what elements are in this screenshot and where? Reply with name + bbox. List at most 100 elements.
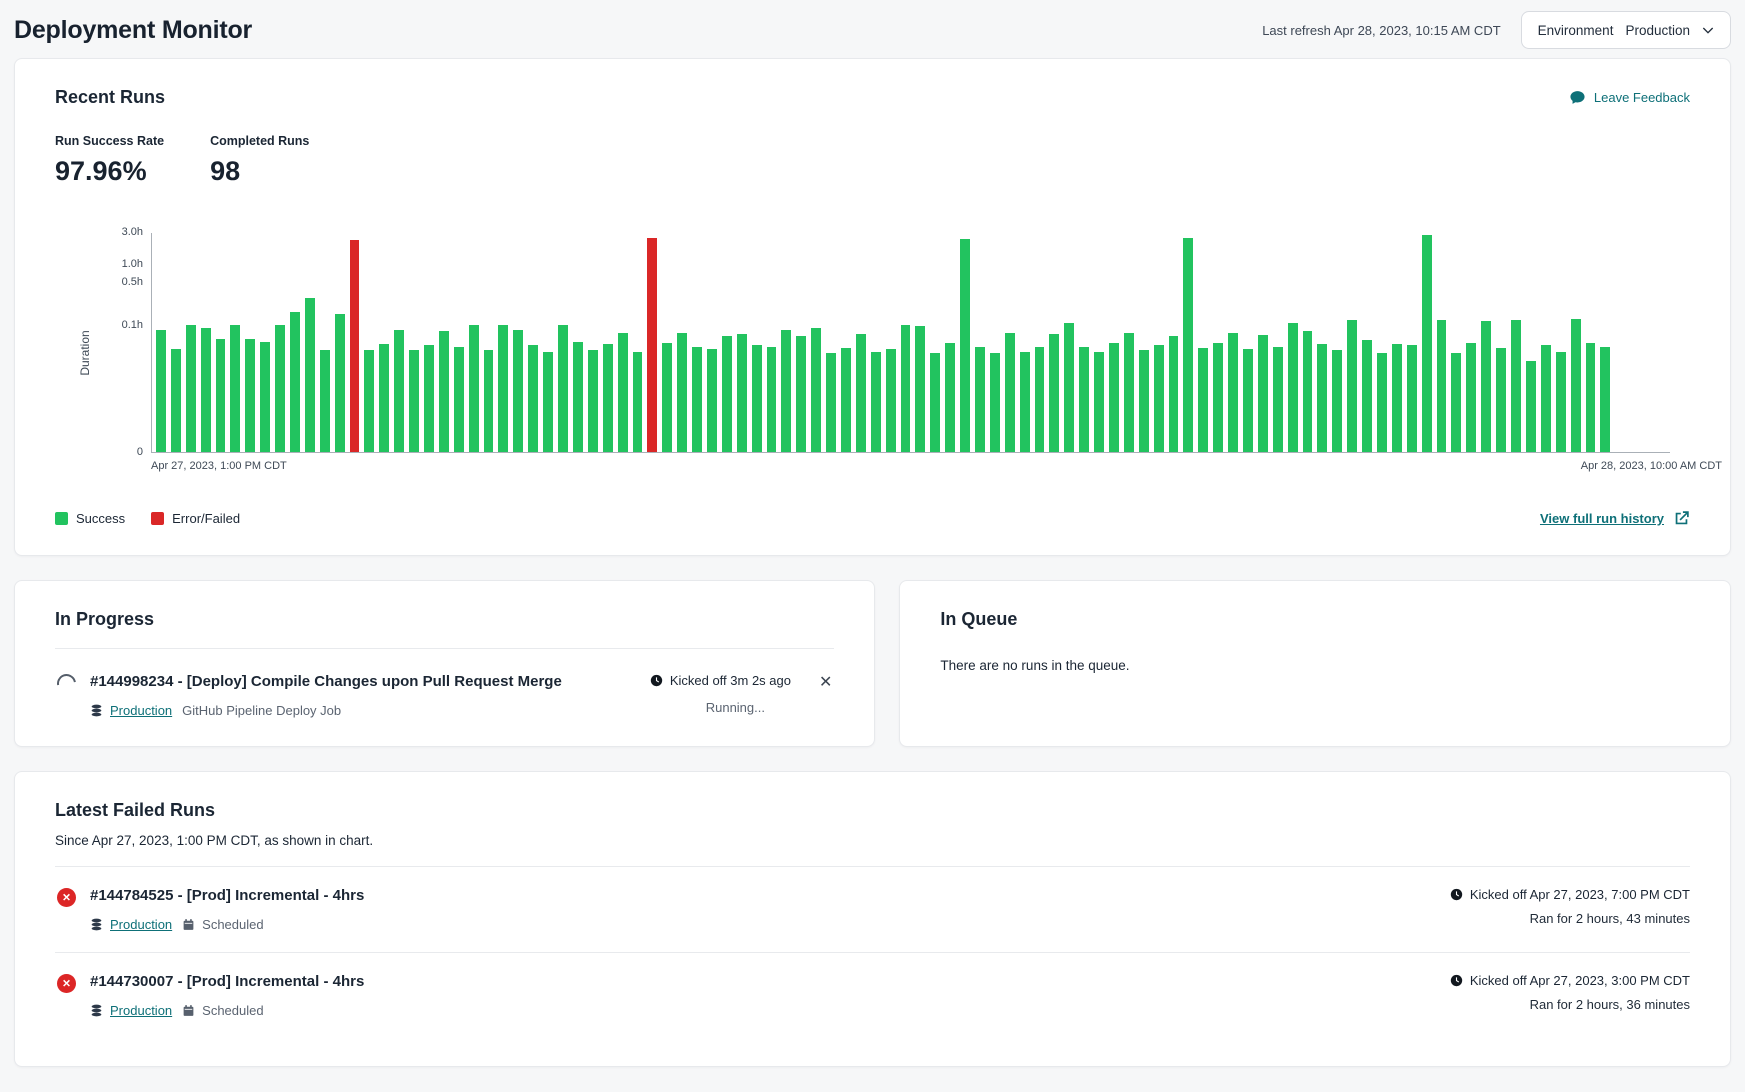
chart-bar-success[interactable] (945, 343, 955, 452)
chart-bar-success[interactable] (707, 349, 717, 452)
chart-bar-success[interactable] (1332, 350, 1342, 452)
chart-bar-success[interactable] (1273, 347, 1283, 452)
chart-bar-success[interactable] (1303, 331, 1313, 452)
chart-bar-success[interactable] (915, 326, 925, 452)
chart-bar-success[interactable] (1005, 333, 1015, 452)
chart-bar-success[interactable] (1317, 344, 1327, 452)
environment-link[interactable]: Production (110, 703, 172, 718)
chart-bar-success[interactable] (1466, 343, 1476, 452)
chart-bar-success[interactable] (573, 342, 583, 452)
chart-bar-success[interactable] (633, 352, 643, 452)
chart-bar-success[interactable] (1422, 235, 1432, 452)
chart-bar-success[interactable] (484, 350, 494, 452)
chart-bar-success[interactable] (424, 345, 434, 452)
chart-bar-success[interactable] (230, 325, 240, 452)
chart-bar-success[interactable] (1347, 320, 1357, 452)
chart-bar-success[interactable] (826, 353, 836, 452)
chart-bar-success[interactable] (603, 344, 613, 452)
chart-bar-success[interactable] (796, 336, 806, 452)
chart-bar-success[interactable] (1094, 352, 1104, 452)
chart-bar-success[interactable] (1124, 333, 1134, 452)
chart-bar-success[interactable] (781, 330, 791, 452)
environment-link[interactable]: Production (110, 1003, 172, 1018)
chart-bar-success[interactable] (901, 325, 911, 452)
chart-bar-success[interactable] (930, 353, 940, 452)
chart-bar-success[interactable] (320, 350, 330, 452)
chart-bar-success[interactable] (305, 298, 315, 452)
chart-bar-success[interactable] (1035, 347, 1045, 452)
chart-bar-success[interactable] (186, 325, 196, 452)
chart-bar-success[interactable] (618, 333, 628, 452)
chart-bar-success[interactable] (394, 330, 404, 452)
chart-bar-success[interactable] (1213, 343, 1223, 452)
chart-bar-success[interactable] (439, 331, 449, 452)
chart-bar-success[interactable] (1079, 347, 1089, 452)
chart-bar-success[interactable] (662, 343, 672, 452)
chart-bar-failed[interactable] (647, 238, 657, 452)
chart-bar-success[interactable] (1109, 343, 1119, 452)
chart-bar-success[interactable] (767, 347, 777, 452)
chart-bar-success[interactable] (722, 336, 732, 452)
environment-dropdown[interactable]: Environment Production (1521, 11, 1731, 49)
chart-bar-success[interactable] (260, 342, 270, 452)
chart-bar-success[interactable] (871, 352, 881, 452)
chart-bar-success[interactable] (364, 350, 374, 452)
environment-link[interactable]: Production (110, 917, 172, 932)
chart-bar-success[interactable] (454, 347, 464, 452)
chart-bar-success[interactable] (1451, 353, 1461, 452)
chart-bar-success[interactable] (543, 352, 553, 452)
chart-bar-success[interactable] (1288, 323, 1298, 452)
chart-bar-success[interactable] (1586, 343, 1596, 452)
chart-bar-success[interactable] (1243, 349, 1253, 452)
chart-bar-success[interactable] (1407, 345, 1417, 452)
chart-bar-success[interactable] (1481, 321, 1491, 452)
chart-bar-success[interactable] (1437, 320, 1447, 452)
chart-bar-success[interactable] (513, 330, 523, 452)
chart-bar-success[interactable] (1183, 238, 1193, 452)
chart-bar-success[interactable] (1020, 352, 1030, 452)
chart-bar-success[interactable] (1511, 320, 1521, 452)
chart-bar-success[interactable] (960, 239, 970, 452)
chart-bar-success[interactable] (1064, 323, 1074, 452)
chart-bar-success[interactable] (1139, 350, 1149, 452)
chart-bar-success[interactable] (811, 328, 821, 452)
chart-bar-success[interactable] (856, 334, 866, 452)
chart-bar-success[interactable] (1526, 361, 1536, 452)
chart-bar-success[interactable] (1198, 348, 1208, 452)
chart-bar-failed[interactable] (350, 240, 360, 452)
chart-bar-success[interactable] (201, 328, 211, 452)
chart-bar-success[interactable] (1362, 340, 1372, 452)
chart-bar-success[interactable] (588, 350, 598, 452)
chart-bar-success[interactable] (498, 325, 508, 452)
chart-bar-success[interactable] (1556, 352, 1566, 452)
chart-bar-success[interactable] (1571, 319, 1581, 452)
chart-bar-success[interactable] (737, 334, 747, 452)
chart-bar-success[interactable] (752, 345, 762, 452)
chart-bar-success[interactable] (171, 349, 181, 452)
chart-bar-success[interactable] (409, 350, 419, 452)
chart-bar-success[interactable] (1228, 333, 1238, 452)
chart-bar-success[interactable] (335, 314, 345, 452)
chart-bar-success[interactable] (1541, 345, 1551, 452)
chart-bar-success[interactable] (528, 345, 538, 452)
chart-bar-success[interactable] (1258, 335, 1268, 452)
chart-bar-success[interactable] (692, 347, 702, 452)
close-icon[interactable]: ✕ (817, 673, 834, 693)
chart-bar-success[interactable] (379, 344, 389, 452)
chart-bar-success[interactable] (990, 353, 1000, 452)
chart-bar-success[interactable] (1392, 344, 1402, 452)
chart-bar-success[interactable] (1169, 336, 1179, 452)
chart-bar-success[interactable] (1600, 347, 1610, 452)
view-full-run-history-link[interactable]: View full run history (1540, 510, 1690, 527)
chart-bar-success[interactable] (1049, 334, 1059, 452)
chart-bar-success[interactable] (1496, 348, 1506, 452)
chart-bar-success[interactable] (275, 325, 285, 452)
leave-feedback-link[interactable]: Leave Feedback (1569, 89, 1690, 106)
chart-bar-success[interactable] (975, 347, 985, 452)
chart-bar-success[interactable] (886, 349, 896, 452)
chart-bar-success[interactable] (216, 339, 226, 452)
chart-bar-success[interactable] (677, 333, 687, 452)
chart-bar-success[interactable] (156, 330, 166, 452)
chart-bar-success[interactable] (841, 348, 851, 452)
chart-bar-success[interactable] (558, 325, 568, 452)
